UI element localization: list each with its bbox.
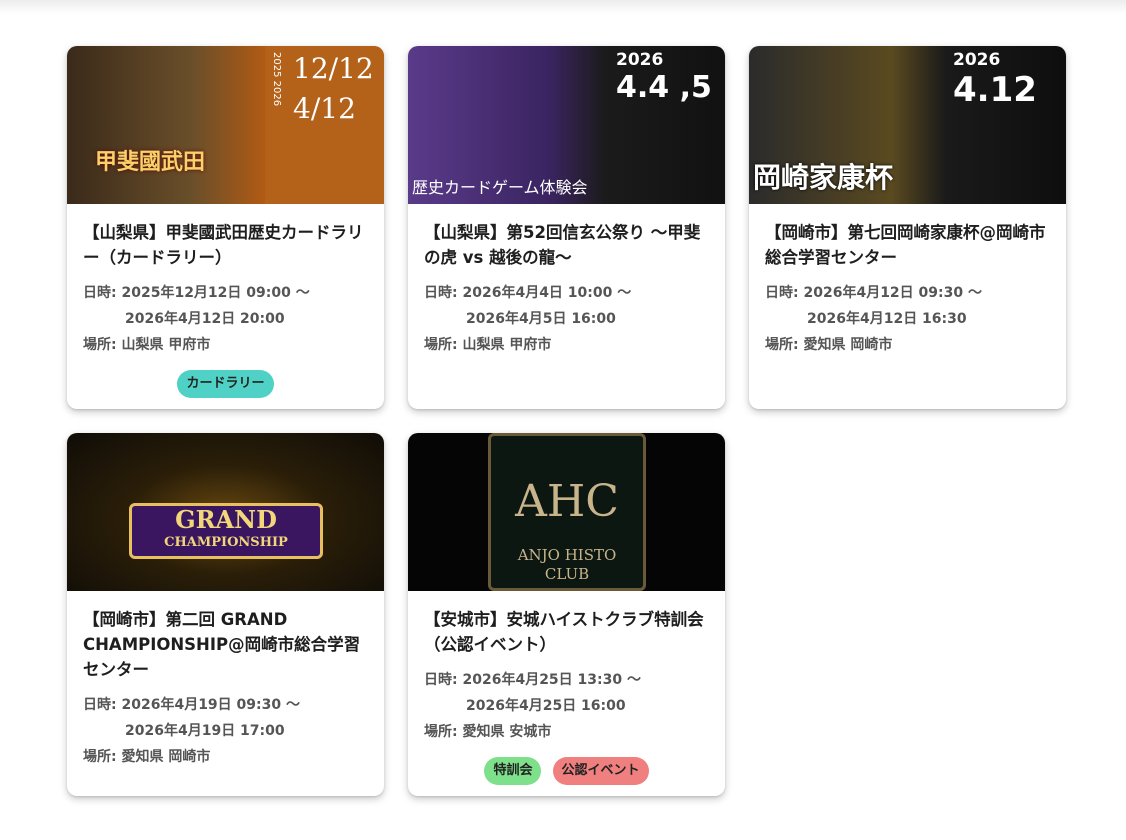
event-datetime: 日時: 2026年4月19日 09:30 〜 2026年4月19日 17:00 … <box>83 692 368 770</box>
thumb-subtitle: ANJO HISTO CLUB <box>517 546 617 583</box>
thumb-year: 2026 <box>953 50 1001 70</box>
event-place: 愛知県 岡崎市 <box>803 337 893 353</box>
place-label: 場所: <box>424 337 458 353</box>
thumb-date: 4.12 <box>953 70 1037 110</box>
event-place: 山梨県 甲府市 <box>121 337 211 353</box>
place-label: 場所: <box>765 337 799 353</box>
event-thumbnail: 2026 4.12 岡崎家康杯 <box>749 46 1066 204</box>
thumb-banner: GRAND CHAMPIONSHIP <box>129 503 323 559</box>
place-label: 場所: <box>83 337 117 353</box>
thumb-plaque: AHC ANJO HISTO CLUB <box>488 433 646 591</box>
event-card[interactable]: 2026 4.12 岡崎家康杯 【岡崎市】第七回岡崎家康杯@岡崎市総合学習センタ… <box>749 46 1066 409</box>
event-place: 愛知県 岡崎市 <box>121 749 211 765</box>
datetime-label: 日時: <box>83 697 117 713</box>
event-tags: カードラリー <box>83 370 368 398</box>
thumb-date: 4.4 ,5 <box>616 70 712 105</box>
event-card[interactable]: 12/12 4/12 2025 2026 甲斐國武田 【山梨県】甲斐國武田歴史カ… <box>67 46 384 409</box>
event-title: 【安城市】安城ハイストクラブ特訓会（公認イベント） <box>424 610 704 654</box>
top-shadow <box>0 0 1126 14</box>
event-card[interactable]: 2026 4.4 ,5 歴史カードゲーム体験会 【山梨県】第52回信玄公祭り 〜… <box>408 46 725 409</box>
event-title: 【岡崎市】第二回 GRAND CHAMPIONSHIP@岡崎市総合学習センター <box>83 610 361 679</box>
end-datetime: 2026年4月25日 16:00 <box>466 698 626 714</box>
event-card[interactable]: GRAND CHAMPIONSHIP 【岡崎市】第二回 GRAND CHAMPI… <box>67 433 384 796</box>
event-place: 山梨県 甲府市 <box>462 337 552 353</box>
datetime-label: 日時: <box>424 672 458 688</box>
start-datetime: 2026年4月4日 10:00 〜 <box>462 285 632 301</box>
datetime-label: 日時: <box>424 285 458 301</box>
tag-card-rally[interactable]: カードラリー <box>177 370 274 398</box>
place-label: 場所: <box>83 749 117 765</box>
start-datetime: 2026年4月12日 09:30 〜 <box>803 285 982 301</box>
start-datetime: 2026年4月19日 09:30 〜 <box>121 697 300 713</box>
end-datetime: 2026年4月12日 16:30 <box>807 311 967 327</box>
event-thumbnail: AHC ANJO HISTO CLUB <box>408 433 725 591</box>
thumb-date: 12/12 <box>293 52 374 85</box>
end-datetime: 2026年4月19日 17:00 <box>125 723 285 739</box>
place-label: 場所: <box>424 724 458 740</box>
thumb-logo-text: 甲斐國武田 <box>95 149 206 175</box>
event-title: 【岡崎市】第七回岡崎家康杯@岡崎市総合学習センター <box>765 223 1046 267</box>
event-title: 【山梨県】第52回信玄公祭り 〜甲斐の虎 vs 越後の龍〜 <box>424 223 701 267</box>
event-datetime: 日時: 2026年4月12日 09:30 〜 2026年4月12日 16:30 … <box>765 280 1050 358</box>
event-thumbnail: GRAND CHAMPIONSHIP <box>67 433 384 591</box>
thumb-caption: 岡崎家康杯 <box>753 161 894 194</box>
datetime-label: 日時: <box>765 285 799 301</box>
event-datetime: 日時: 2025年12月12日 09:00 〜 2026年4月12日 20:00… <box>83 280 368 358</box>
event-title: 【山梨県】甲斐國武田歴史カードラリー（カードラリー） <box>83 223 364 267</box>
tag-official-event[interactable]: 公認イベント <box>552 757 649 785</box>
start-datetime: 2026年4月25日 13:30 〜 <box>462 672 641 688</box>
thumb-caption: 歴史カードゲーム体験会 <box>412 178 588 197</box>
tag-training[interactable]: 特訓会 <box>484 757 542 785</box>
end-datetime: 2026年4月5日 16:00 <box>466 311 616 327</box>
event-datetime: 日時: 2026年4月4日 10:00 〜 2026年4月5日 16:00 場所… <box>424 280 709 358</box>
event-tags: 特訓会 公認イベント <box>424 757 709 785</box>
thumb-date: 4/12 <box>293 92 356 125</box>
event-datetime: 日時: 2026年4月25日 13:30 〜 2026年4月25日 16:00 … <box>424 667 709 745</box>
event-thumbnail: 12/12 4/12 2025 2026 甲斐國武田 <box>67 46 384 204</box>
start-datetime: 2025年12月12日 09:00 〜 <box>121 285 310 301</box>
end-datetime: 2026年4月12日 20:00 <box>125 311 285 327</box>
thumb-year: 2026 <box>616 50 664 70</box>
event-thumbnail: 2026 4.4 ,5 歴史カードゲーム体験会 <box>408 46 725 204</box>
event-place: 愛知県 安城市 <box>462 724 552 740</box>
thumb-years: 2025 2026 <box>271 52 282 107</box>
thumb-big-text: AHC <box>515 476 619 527</box>
datetime-label: 日時: <box>83 285 117 301</box>
event-card[interactable]: AHC ANJO HISTO CLUB 【安城市】安城ハイストクラブ特訓会（公認… <box>408 433 725 796</box>
event-card-grid: 12/12 4/12 2025 2026 甲斐國武田 【山梨県】甲斐國武田歴史カ… <box>67 46 1066 796</box>
